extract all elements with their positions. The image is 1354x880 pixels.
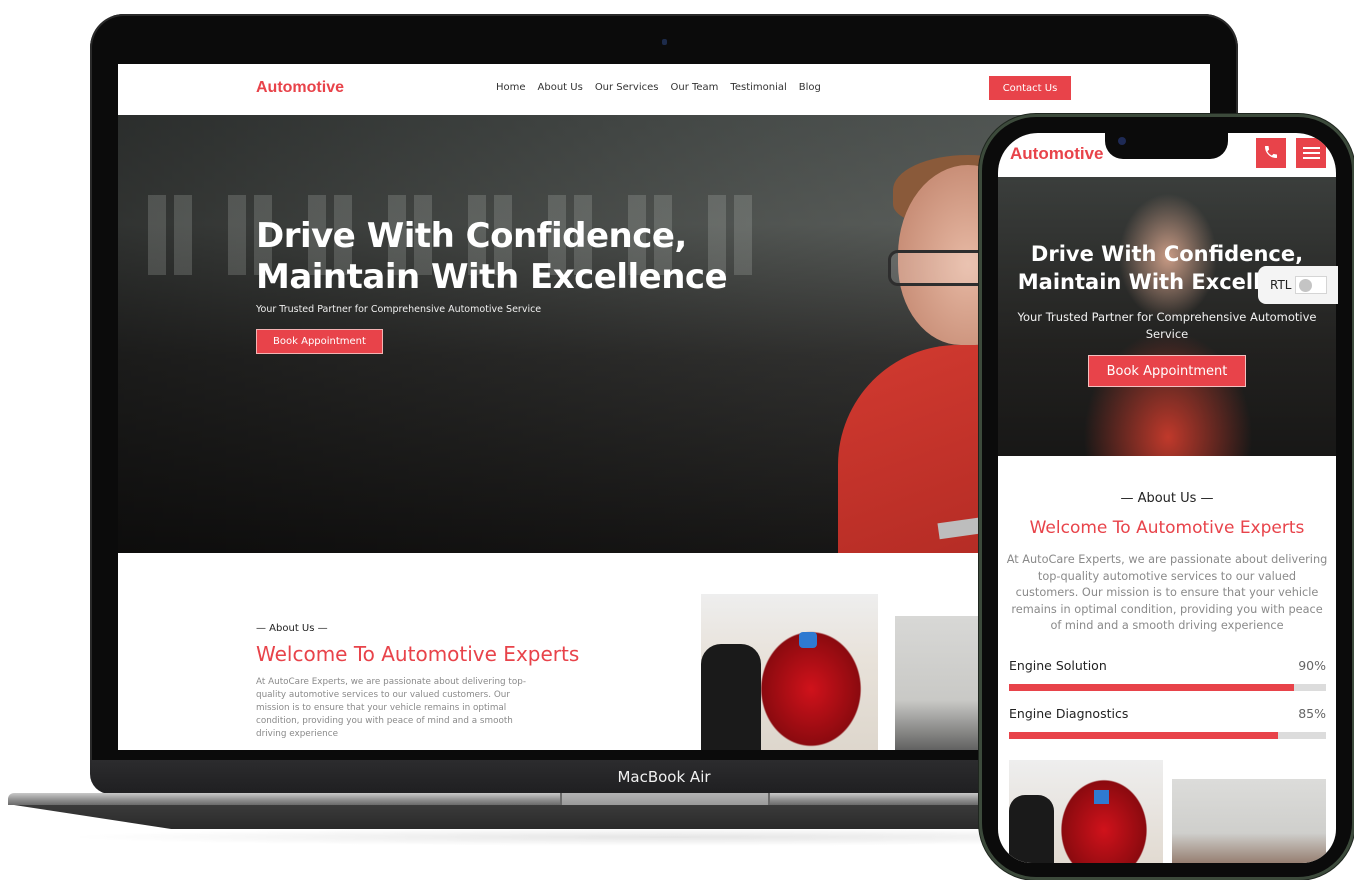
skill-progress-bar [1009,684,1326,691]
skill-progress-fill [1009,684,1295,691]
skill-engine-solution: Engine Solution 90% [1009,658,1326,691]
about-title: Welcome To Automotive Experts [256,642,580,666]
mobile-about-us-label: — About Us — [1120,491,1214,506]
desktop-hero-subtitle: Your Trusted Partner for Comprehensive A… [256,304,542,315]
mobile-about-title: Welcome To Automotive Experts [1029,518,1305,538]
mobile-hero: Drive With Confidence, Maintain With Exc… [998,177,1336,456]
mobile-logo[interactable]: Automotive [1010,144,1104,164]
rtl-toggle[interactable]: RTL [1258,266,1338,304]
mobile-garage-photo [1172,779,1326,863]
mobile-car-repair-photo [1009,760,1163,863]
desktop-hero-title: Drive With Confidence, Maintain With Exc… [256,216,728,297]
rtl-switch-knob [1299,279,1313,292]
skill-engine-diagnostics: Engine Diagnostics 85% [1009,706,1326,739]
call-button[interactable] [1256,138,1286,168]
nav-our-team[interactable]: Our Team [670,82,718,93]
mobile-hero-subtitle: Your Trusted Partner for Comprehensive A… [1017,310,1317,341]
desktop-logo[interactable]: Automotive [256,79,344,97]
hamburger-icon [1302,146,1320,160]
nav-about-us[interactable]: About Us [538,82,583,93]
rtl-label: RTL [1270,278,1292,292]
skill-name: Engine Diagnostics [1009,706,1129,721]
phone-icon [1263,144,1279,163]
laptop-camera [662,39,667,45]
skill-progress-bar [1009,732,1326,739]
nav-blog[interactable]: Blog [799,82,821,93]
garage-photo [895,616,985,750]
desktop-nav: Home About Us Our Services Our Team Test… [496,82,833,93]
nav-home[interactable]: Home [496,82,526,93]
contact-us-button[interactable]: Contact Us [989,76,1071,100]
about-text: At AutoCare Experts, we are passionate a… [256,677,527,739]
menu-button[interactable] [1296,138,1326,168]
nav-our-services[interactable]: Our Services [595,82,659,93]
mobile-about-text: At AutoCare Experts, we are passionate a… [1006,553,1328,633]
skill-percent: 85% [1298,706,1326,721]
skill-name: Engine Solution [1009,658,1107,673]
laptop-hinge-notch [560,793,770,805]
mobile-website: Automotive Drive With Confidence, Mainta… [998,133,1336,863]
skill-percent: 90% [1298,658,1326,673]
phone-camera [1118,137,1126,145]
about-us-label: — About Us — [256,623,328,634]
nav-testimonial[interactable]: Testimonial [730,82,786,93]
mobile-book-appointment-button[interactable]: Book Appointment [1088,355,1246,387]
rtl-switch[interactable] [1295,276,1328,294]
desktop-header: Automotive Home About Us Our Services Ou… [118,64,1210,115]
skill-progress-fill [1009,732,1279,739]
car-repair-photo [701,594,878,750]
book-appointment-button[interactable]: Book Appointment [256,329,383,354]
